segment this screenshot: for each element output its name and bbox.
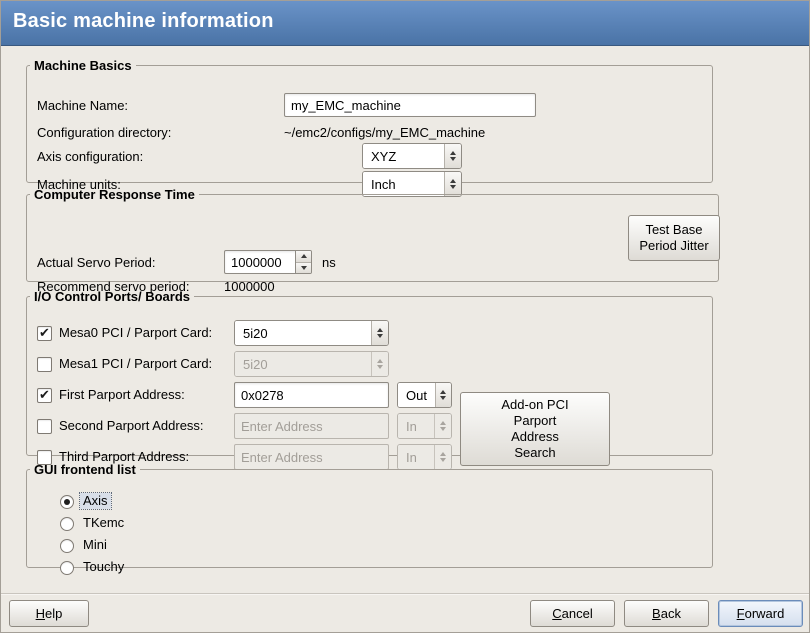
response-time-frame: Computer Response Time Test Base Period … [26,187,719,282]
mesa1-card-value: 5i20 [235,352,371,376]
forward-button[interactable]: Forward [718,600,803,627]
config-dir-value: ~/emc2/configs/my_EMC_machine [284,125,485,141]
combo-arrows-icon [434,414,451,438]
machine-name-input[interactable]: my_EMC_machine [284,93,536,117]
spin-up-button[interactable] [296,251,311,262]
combo-arrows-icon [371,352,388,376]
addon-button-line4: Search [514,445,555,461]
radio-tkemc[interactable] [60,517,74,531]
first-parport-checkbox[interactable] [37,388,52,403]
second-parport-label: Second Parport Address: [59,418,204,434]
machine-basics-legend: Machine Basics [30,58,136,73]
mesa1-label: Mesa1 PCI / Parport Card: [59,356,212,372]
test-button-line2: Period Jitter [639,238,708,254]
second-parport-placeholder: Enter Address [241,419,323,434]
first-parport-label: First Parport Address: [59,387,185,403]
cancel-button[interactable]: Cancel [530,600,615,627]
radio-axis-label[interactable]: Axis [80,493,111,509]
back-button[interactable]: Back [624,600,709,627]
mesa1-checkbox[interactable] [37,357,52,372]
servo-period-unit: ns [322,255,336,271]
servo-period-label: Actual Servo Period: [37,255,156,271]
machine-name-value: my_EMC_machine [291,98,401,113]
mesa0-label: Mesa0 PCI / Parport Card: [59,325,212,341]
addon-button-line2: Parport [514,413,557,429]
first-parport-address-value: 0x0278 [241,388,284,403]
first-parport-address-input[interactable]: 0x0278 [234,382,389,408]
page-header: Basic machine information [1,1,809,46]
second-parport-direction-value: In [398,414,434,438]
mesa0-checkbox[interactable] [37,326,52,341]
combo-arrows-icon [444,144,461,168]
second-parport-checkbox[interactable] [37,419,52,434]
axis-config-combo[interactable]: XYZ [362,143,462,169]
addon-button-line3: Address [511,429,559,445]
second-parport-address-input: Enter Address [234,413,389,439]
gui-frontend-frame: GUI frontend list Axis TKemc Mini Touchy [26,462,713,568]
back-button-label: Back [652,606,681,622]
help-button[interactable]: Help [9,600,89,627]
second-parport-direction-combo: In [397,413,452,439]
gui-frontend-legend: GUI frontend list [30,462,140,477]
radio-touchy-label[interactable]: Touchy [83,559,124,575]
mesa1-card-combo: 5i20 [234,351,389,377]
test-base-period-jitter-button[interactable]: Test Base Period Jitter [628,215,720,261]
combo-arrows-icon [435,383,451,407]
radio-mini[interactable] [60,539,74,553]
response-time-legend: Computer Response Time [30,187,199,202]
addon-button-line1: Add-on PCI [501,397,568,413]
first-parport-direction-value: Out [398,383,435,407]
servo-period-spinbox[interactable]: 1000000 [224,250,312,274]
test-button-line1: Test Base [645,222,702,238]
radio-tkemc-label[interactable]: TKemc [83,515,124,531]
first-parport-direction-combo[interactable]: Out [397,382,452,408]
page-title: Basic machine information [13,10,274,33]
help-button-label: Help [36,606,63,622]
machine-basics-frame: Machine Basics Machine Name: my_EMC_mach… [26,58,713,183]
radio-mini-label[interactable]: Mini [83,537,107,553]
cancel-button-label: Cancel [552,606,592,622]
servo-period-value: 1000000 [225,251,295,273]
machine-name-label: Machine Name: [37,98,128,114]
mesa0-card-combo[interactable]: 5i20 [234,320,389,346]
config-dir-label: Configuration directory: [37,125,171,141]
axis-config-value: XYZ [363,144,444,168]
radio-axis[interactable] [60,495,74,509]
spin-down-button[interactable] [296,262,311,274]
radio-touchy[interactable] [60,561,74,575]
footer-separator [1,593,809,594]
io-ports-legend: I/O Control Ports/ Boards [30,289,194,304]
forward-button-label: Forward [737,606,785,622]
wizard-window: Basic machine information Machine Basics… [0,0,810,633]
addon-pci-parport-search-button[interactable]: Add-on PCI Parport Address Search [460,392,610,466]
mesa0-card-value: 5i20 [235,321,371,345]
axis-config-label: Axis configuration: [37,149,143,165]
io-ports-frame: I/O Control Ports/ Boards Mesa0 PCI / Pa… [26,289,713,456]
combo-arrows-icon [371,321,388,345]
